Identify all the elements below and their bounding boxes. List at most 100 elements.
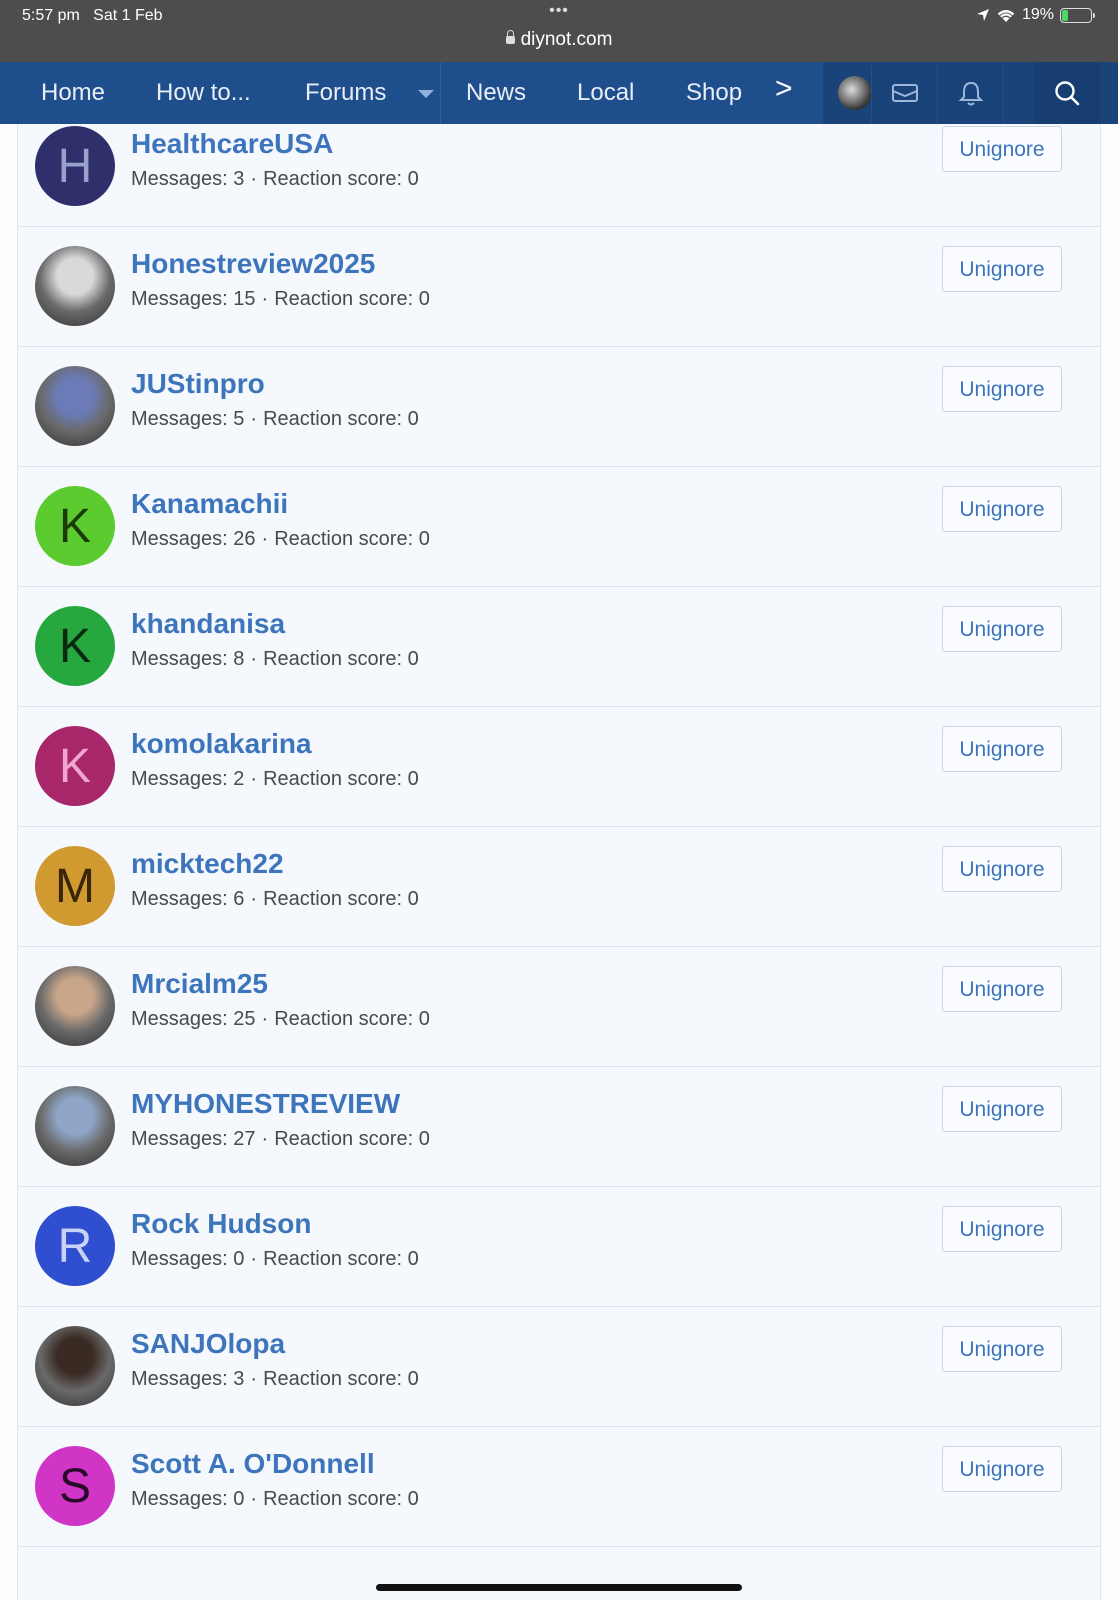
user-stats: Messages: 3 · Reaction score: 0 xyxy=(131,1368,419,1391)
status-indicators: 19% xyxy=(976,6,1095,24)
username-link[interactable]: JUStinpro xyxy=(131,368,265,400)
wifi-icon xyxy=(997,9,1015,22)
list-item: Kkomolakarina Messages: 2 · Reaction score:… xyxy=(18,706,1100,827)
address-bar[interactable]: diynot.com xyxy=(0,29,1118,51)
avatar[interactable]: M xyxy=(35,846,115,926)
unignore-button[interactable]: Unignore xyxy=(942,966,1062,1012)
avatar[interactable] xyxy=(35,246,115,326)
username-link[interactable]: Mrcialm25 xyxy=(131,968,268,1000)
user-stats: Messages: 8 · Reaction score: 0 xyxy=(131,648,419,671)
unignore-button[interactable]: Unignore xyxy=(942,726,1062,772)
battery-percent: 19% xyxy=(1021,6,1054,23)
unignore-button[interactable]: Unignore xyxy=(942,1086,1062,1132)
username-link[interactable]: Kanamachii xyxy=(131,488,288,520)
username-link[interactable]: MYHONESTREVIEW xyxy=(131,1088,400,1120)
mail-icon[interactable] xyxy=(891,79,919,107)
separator-dot: · xyxy=(261,1128,269,1150)
avatar[interactable] xyxy=(35,1326,115,1406)
avatar[interactable] xyxy=(35,366,115,446)
reaction-score: Reaction score: 0 xyxy=(263,888,419,910)
avatar-letter: R xyxy=(57,1219,93,1273)
username-link[interactable]: Rock Hudson xyxy=(131,1208,311,1240)
user-stats: Messages: 27 · Reaction score: 0 xyxy=(131,1128,430,1151)
messages-count: Messages: 3 xyxy=(131,168,245,190)
list-item: JUStinpro Messages: 5 · Reaction score: 0 Un… xyxy=(18,346,1100,467)
messages-count: Messages: 26 xyxy=(131,528,256,550)
avatar-letter: K xyxy=(58,619,91,673)
nav-local[interactable]: Local xyxy=(577,79,634,107)
avatar[interactable]: R xyxy=(35,1206,115,1286)
user-stats: Messages: 15 · Reaction score: 0 xyxy=(131,288,430,311)
nav-more-icon[interactable]: > xyxy=(775,72,793,106)
separator-dot: · xyxy=(250,768,258,790)
list-item: R Rock Hudson Messages: 0 · Reaction score: … xyxy=(18,1186,1100,1307)
avatar[interactable]: K xyxy=(35,486,115,566)
messages-count: Messages: 5 xyxy=(131,408,245,430)
nav-forums[interactable]: Forums xyxy=(305,79,386,107)
separator-dot: · xyxy=(250,1248,258,1270)
unignore-button[interactable]: Unignore xyxy=(942,1206,1062,1252)
separator-dot: · xyxy=(250,1368,258,1390)
username-link[interactable]: HealthcareUSA xyxy=(131,128,333,160)
unignore-button[interactable]: Unignore xyxy=(942,126,1062,172)
unignore-button[interactable]: Unignore xyxy=(942,366,1062,412)
user-stats: Messages: 5 · Reaction score: 0 xyxy=(131,408,419,431)
avatar[interactable]: K xyxy=(35,726,115,806)
unignore-button[interactable]: Unignore xyxy=(942,246,1062,292)
unignore-button[interactable]: Unignore xyxy=(942,606,1062,652)
avatar[interactable] xyxy=(35,966,115,1046)
nav-news[interactable]: News xyxy=(466,79,526,107)
reaction-score: Reaction score: 0 xyxy=(274,528,430,550)
reaction-score: Reaction score: 0 xyxy=(263,648,419,670)
username-link[interactable]: Honestreview2025 xyxy=(131,248,375,280)
avatar[interactable]: K xyxy=(35,606,115,686)
nav-home[interactable]: Home xyxy=(41,79,105,107)
bell-icon[interactable] xyxy=(957,79,985,107)
list-item: Honestreview2025 Messages: 15 · Reaction sc… xyxy=(18,226,1100,347)
nav-shop[interactable]: Shop xyxy=(686,79,742,107)
tab-dots[interactable]: ••• xyxy=(0,2,1118,20)
avatar[interactable] xyxy=(35,1086,115,1166)
nav-how-to[interactable]: How to... xyxy=(156,79,251,107)
separator-dot: · xyxy=(250,408,258,430)
reaction-score: Reaction score: 0 xyxy=(274,288,430,310)
messages-count: Messages: 3 xyxy=(131,1368,245,1390)
unignore-button[interactable]: Unignore xyxy=(942,1326,1062,1372)
avatar-letter: K xyxy=(58,739,91,793)
separator-dot: · xyxy=(261,288,269,310)
search-icon xyxy=(1055,81,1080,106)
messages-count: Messages: 6 xyxy=(131,888,245,910)
lock-icon xyxy=(505,30,515,44)
messages-count: Messages: 8 xyxy=(131,648,245,670)
reaction-score: Reaction score: 0 xyxy=(274,1128,430,1150)
username-link[interactable]: Scott A. O'Donnell xyxy=(131,1448,375,1480)
avatar-letter: M xyxy=(55,859,95,913)
username-link[interactable]: SANJOlopa xyxy=(131,1328,285,1360)
battery-icon xyxy=(1060,7,1095,23)
forums-dropdown-icon[interactable] xyxy=(418,90,434,98)
home-indicator[interactable] xyxy=(376,1584,742,1591)
avatar-letter: H xyxy=(57,139,93,193)
list-item: MYHONESTREVIEW Messages: 27 · Reaction scor… xyxy=(18,1066,1100,1187)
status-bar: 5:57 pm Sat 1 Feb ••• diynot.com 19% xyxy=(0,0,1118,62)
separator-dot: · xyxy=(261,528,269,550)
reaction-score: Reaction score: 0 xyxy=(263,1248,419,1270)
avatar[interactable]: S xyxy=(35,1446,115,1526)
username-link[interactable]: khandanisa xyxy=(131,608,285,640)
user-stats: Messages: 2 · Reaction score: 0 xyxy=(131,768,419,791)
username-link[interactable]: micktech22 xyxy=(131,848,284,880)
reaction-score: Reaction score: 0 xyxy=(263,168,419,190)
user-stats: Messages: 6 · Reaction score: 0 xyxy=(131,888,419,911)
unignore-button[interactable]: Unignore xyxy=(942,846,1062,892)
separator-dot: · xyxy=(250,648,258,670)
unignore-button[interactable]: Unignore xyxy=(942,486,1062,532)
url-text: diynot.com xyxy=(520,29,613,50)
username-link[interactable]: komolakarina xyxy=(131,728,312,760)
messages-count: Messages: 27 xyxy=(131,1128,256,1150)
user-stats: Messages: 25 · Reaction score: 0 xyxy=(131,1008,430,1031)
messages-count: Messages: 0 xyxy=(131,1488,245,1510)
avatar[interactable]: H xyxy=(35,126,115,206)
user-stats: Messages: 26 · Reaction score: 0 xyxy=(131,528,430,551)
user-avatar[interactable] xyxy=(838,76,872,110)
unignore-button[interactable]: Unignore xyxy=(942,1446,1062,1492)
